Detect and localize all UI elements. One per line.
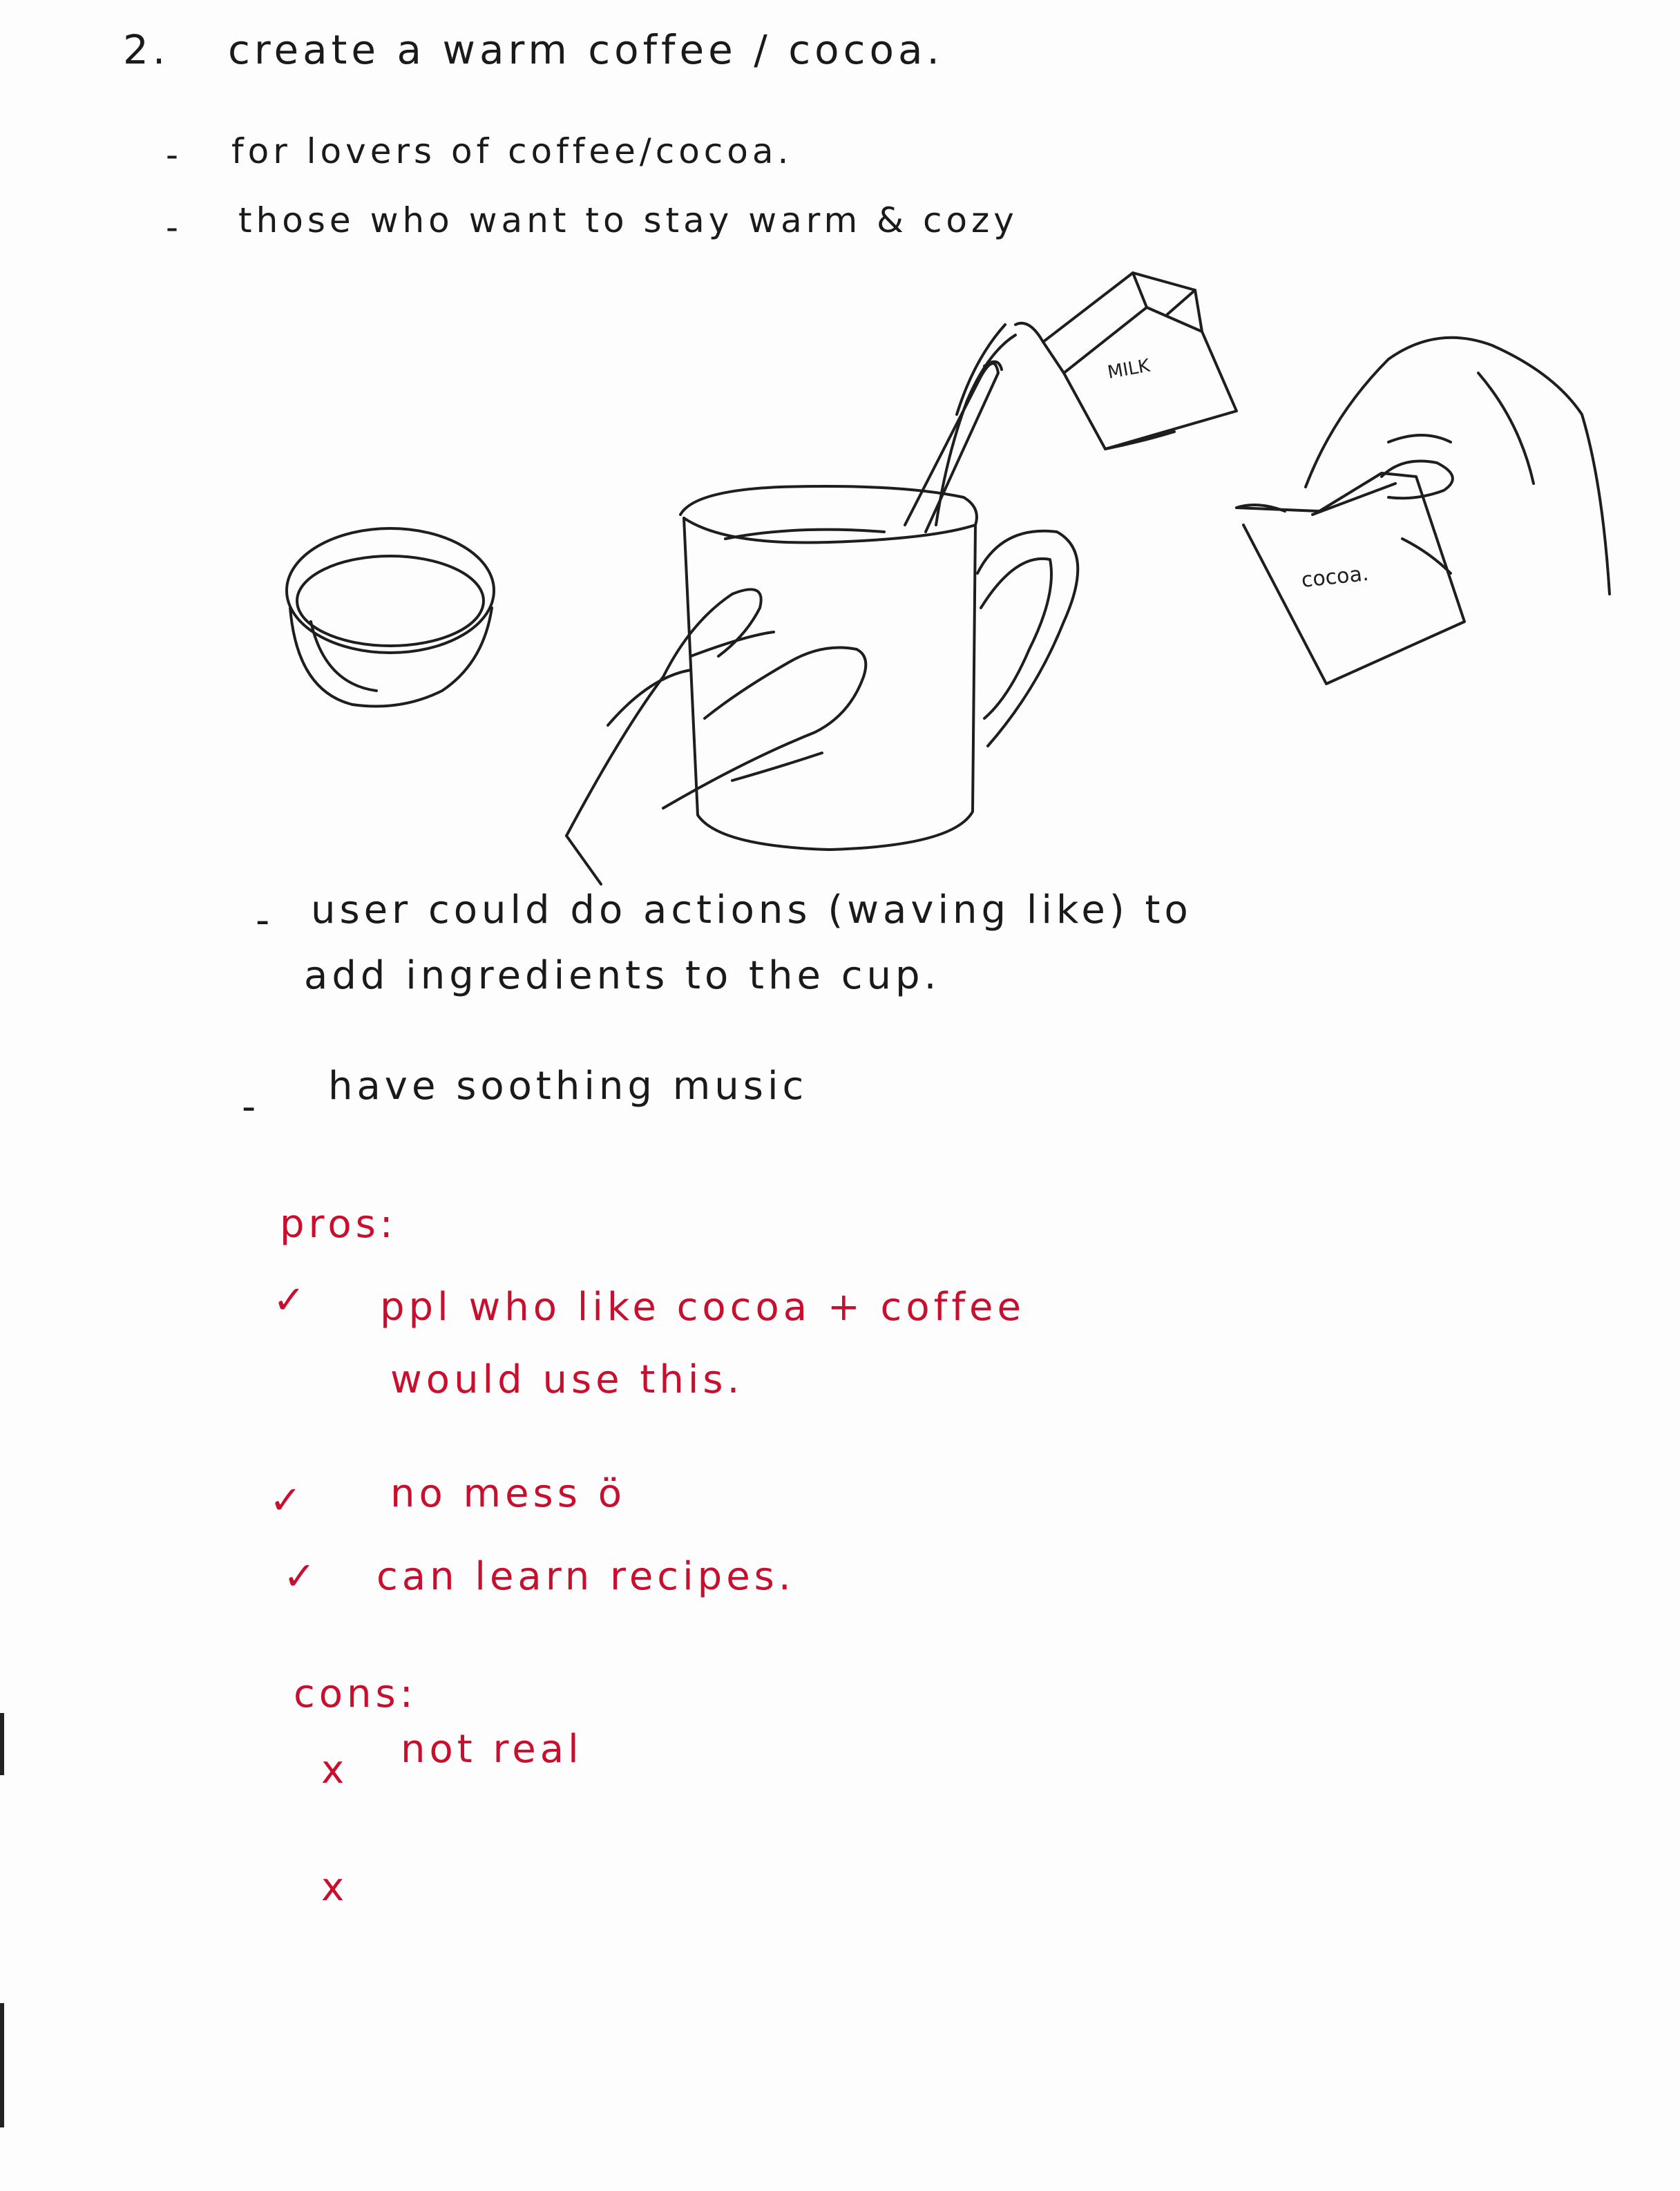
con-item: not real [401,1727,583,1772]
check-mark: ✓ [269,1478,306,1523]
pro-item: can learn recipes. [376,1554,795,1599]
x-mark: x [321,1748,349,1792]
x-mark: x [321,1865,349,1910]
cocoa-packet-drawing: cocoa. [1235,472,1466,685]
hand-cocoa-drawing [1304,336,1611,595]
pro-item: no mess ö [390,1471,626,1516]
check-mark: ✓ [273,1278,309,1323]
milk-carton-drawing: MILK [935,271,1238,526]
note-line: add ingredients to the cup. [304,953,941,998]
hand-drawing [565,588,868,886]
mug-drawing [679,360,1080,851]
coffee-pod-drawing [285,527,495,708]
bullet-dash: - [256,898,274,943]
cons-heading: cons: [294,1672,417,1716]
bullet-dash: - [242,1084,260,1129]
pros-heading: pros: [280,1202,397,1247]
pro-item: ppl who like cocoa + coffee [380,1285,1025,1330]
notebook-page: 2. create a warm coffee / cocoa. - for l… [0,0,1680,2191]
cocoa-label: cocoa. [1300,562,1370,593]
milk-label: MILK [1106,355,1152,383]
pro-item: would use this. [390,1357,744,1402]
note-line: user could do actions (waving like) to [311,888,1192,932]
check-mark: ✓ [283,1554,320,1599]
note-line: have soothing music [328,1064,808,1109]
